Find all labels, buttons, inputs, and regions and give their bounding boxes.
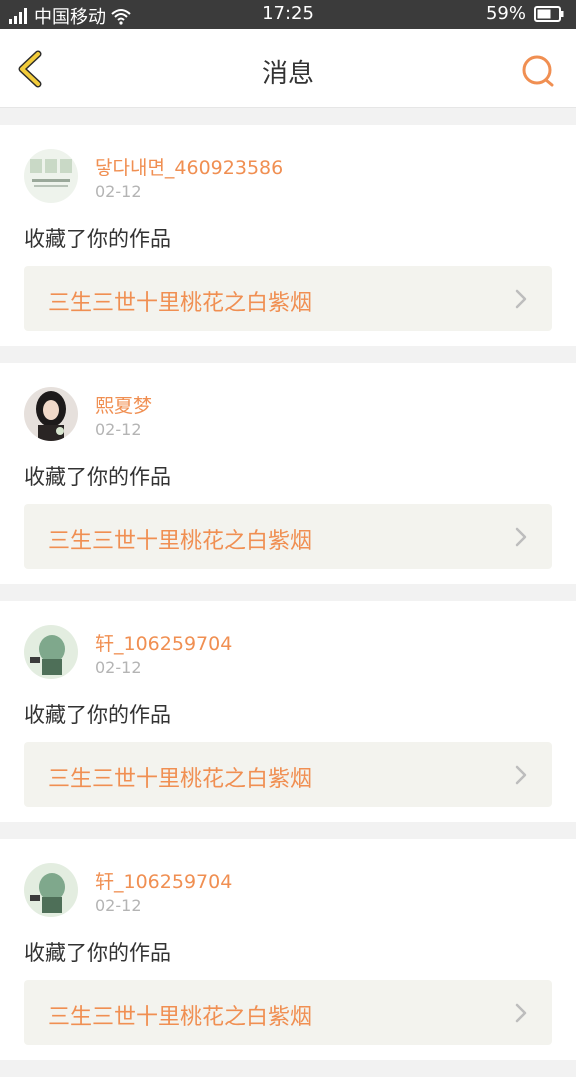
- message-username[interactable]: 닿다내면_460923586: [95, 153, 283, 180]
- message-text: 收藏了你的作品: [24, 703, 171, 727]
- message-text: 收藏了你的作品: [24, 465, 171, 489]
- message-username[interactable]: 轩_106259704: [95, 867, 232, 894]
- status-bar: 中国移动 17:25 59%: [0, 0, 576, 29]
- avatar[interactable]: [24, 387, 78, 441]
- message-text: 收藏了你的作品: [24, 941, 171, 965]
- avatar[interactable]: [24, 863, 78, 917]
- avatar[interactable]: [24, 625, 78, 679]
- message-date: 02-12: [95, 420, 142, 439]
- chevron-right-icon: [515, 765, 527, 785]
- message-card[interactable]: 닿다내면_460923586 02-12 收藏了你的作品 三生三世十里桃花之白紫…: [0, 125, 576, 346]
- work-link[interactable]: 三生三世十里桃花之白紫烟: [24, 504, 552, 569]
- work-link[interactable]: 三生三世十里桃花之白紫烟: [24, 266, 552, 331]
- work-link[interactable]: 三生三世十里桃花之白紫烟: [24, 742, 552, 807]
- battery-icon: [534, 5, 564, 22]
- work-title: 三生三世十里桃花之白紫烟: [48, 767, 313, 792]
- nav-bar: 消息: [0, 29, 576, 108]
- message-date: 02-12: [95, 182, 142, 201]
- work-title: 三生三世十里桃花之白紫烟: [48, 1005, 313, 1030]
- chevron-right-icon: [515, 527, 527, 547]
- message-date: 02-12: [95, 896, 142, 915]
- message-card[interactable]: 轩_106259704 02-12 收藏了你的作品 三生三世十里桃花之白紫烟: [0, 601, 576, 822]
- work-title: 三生三世十里桃花之白紫烟: [48, 291, 313, 316]
- chevron-right-icon: [515, 1003, 527, 1023]
- chevron-right-icon: [515, 289, 527, 309]
- work-link[interactable]: 三生三世十里桃花之白紫烟: [24, 980, 552, 1045]
- message-card[interactable]: 熙夏梦 02-12 收藏了你的作品 三生三世十里桃花之白紫烟: [0, 363, 576, 584]
- message-text: 收藏了你的作品: [24, 227, 171, 251]
- message-username[interactable]: 轩_106259704: [95, 629, 232, 656]
- search-button[interactable]: [520, 53, 556, 89]
- avatar[interactable]: [24, 149, 78, 203]
- search-icon: [522, 55, 554, 87]
- message-date: 02-12: [95, 658, 142, 677]
- message-card[interactable]: 轩_106259704 02-12 收藏了你的作品 三生三世十里桃花之白紫烟: [0, 839, 576, 1060]
- work-title: 三生三世十里桃花之白紫烟: [48, 529, 313, 554]
- message-list: 닿다내면_460923586 02-12 收藏了你的作品 三生三世十里桃花之白紫…: [0, 125, 576, 1077]
- status-right: 59%: [486, 3, 564, 24]
- battery-percent: 59%: [485, 3, 526, 24]
- page-title: 消息: [261, 59, 314, 89]
- message-username[interactable]: 熙夏梦: [95, 391, 152, 418]
